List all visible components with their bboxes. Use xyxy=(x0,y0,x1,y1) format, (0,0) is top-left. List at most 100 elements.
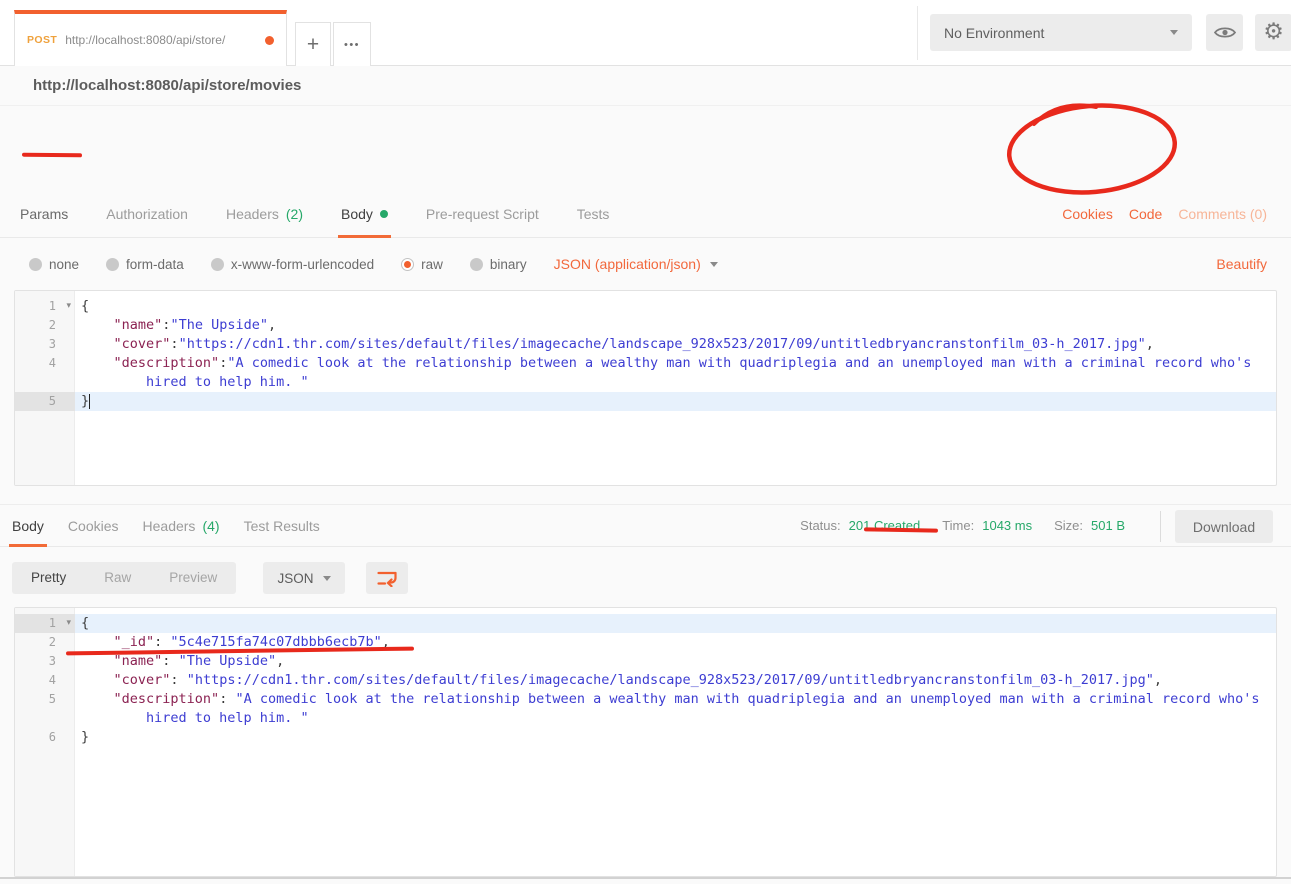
unsaved-dot-icon xyxy=(265,36,274,45)
mode-label: binary xyxy=(490,257,527,272)
code-text: "_id": "5c4e715fa74c07dbbb6ecb7b", xyxy=(75,633,1276,652)
response-body-editor[interactable]: 1▾{2 "_id": "5c4e715fa74c07dbbb6ecb7b",3… xyxy=(14,607,1277,877)
settings-button[interactable]: ⚙ xyxy=(1255,14,1291,51)
wrap-lines-button[interactable] xyxy=(366,562,408,594)
environment-select[interactable]: No Environment xyxy=(930,14,1192,51)
tab-url-label: http://localhost:8080/api/store/ xyxy=(65,33,259,47)
mode-none[interactable]: none xyxy=(29,257,79,272)
tab-params[interactable]: Params xyxy=(20,190,68,237)
tab-label: Cookies xyxy=(68,518,119,534)
code-link[interactable]: Code xyxy=(1129,206,1162,222)
code-line: 4 "cover": "https://cdn1.thr.com/sites/d… xyxy=(15,671,1276,690)
mode-x-www-form-urlencoded[interactable]: x-www-form-urlencoded xyxy=(211,257,374,272)
view-preview[interactable]: Preview xyxy=(150,562,236,594)
tab-label: Headers xyxy=(226,206,279,222)
response-format-select[interactable]: JSON xyxy=(263,562,345,594)
code-line: 1▾{ xyxy=(15,614,1276,633)
tab-label: Headers xyxy=(143,518,196,534)
line-number: 4 xyxy=(15,671,75,690)
eye-icon xyxy=(1214,25,1236,40)
code-text: "name":"The Upside", xyxy=(75,316,1276,335)
response-tab-test-results[interactable]: Test Results xyxy=(244,505,320,546)
tab-label: Body xyxy=(12,518,44,534)
postman-window: POST http://localhost:8080/api/store/ + … xyxy=(0,0,1291,884)
tab-label: Authorization xyxy=(106,206,188,222)
more-tabs-button[interactable]: ••• xyxy=(333,22,371,66)
radio-icon xyxy=(29,258,42,271)
fold-caret-icon[interactable]: ▾ xyxy=(66,297,71,316)
download-button[interactable]: Download xyxy=(1175,510,1273,543)
response-tabs: Body Cookies Headers(4) Test Results xyxy=(12,505,320,546)
mode-label: form-data xyxy=(126,257,184,272)
request-url-row: POST http://localhost:8080/api/store/mov… xyxy=(0,106,1291,190)
line-number xyxy=(15,709,75,728)
response-header-row: Body Cookies Headers(4) Test Results Status… xyxy=(0,504,1291,547)
code-line: 2 "name":"The Upside", xyxy=(15,316,1276,335)
mode-binary[interactable]: binary xyxy=(470,257,527,272)
code-line: hired to help him. " xyxy=(15,709,1276,728)
mode-form-data[interactable]: form-data xyxy=(106,257,184,272)
tab-tests[interactable]: Tests xyxy=(577,190,610,237)
comments-link[interactable]: Comments (0) xyxy=(1178,206,1267,222)
mode-label: raw xyxy=(421,257,443,272)
request-tab[interactable]: POST http://localhost:8080/api/store/ xyxy=(14,10,287,66)
code-line: 5 "description": "A comedic look at the … xyxy=(15,690,1276,709)
view-pretty[interactable]: Pretty xyxy=(12,562,85,594)
response-view-switch: PrettyRawPreview xyxy=(12,562,236,594)
tab-body[interactable]: Body xyxy=(341,190,388,237)
content-type-select[interactable]: JSON (application/json) xyxy=(554,256,718,272)
status-label: Status: xyxy=(800,518,840,533)
cookies-link[interactable]: Cookies xyxy=(1062,206,1113,222)
code-text: "cover":"https://cdn1.thr.com/sites/defa… xyxy=(75,335,1276,354)
code-line: 3 "name": "The Upside", xyxy=(15,652,1276,671)
top-tab-bar: POST http://localhost:8080/api/store/ + … xyxy=(0,0,1291,66)
code-text: } xyxy=(75,392,1276,411)
environment-quicklook-button[interactable] xyxy=(1206,14,1243,51)
response-status-cluster: Status: 201 Created Time: 1043 ms Size: … xyxy=(800,505,1139,546)
code-line: 5} xyxy=(15,392,1276,411)
tab-pre-request-script[interactable]: Pre-request Script xyxy=(426,190,539,237)
topbar-divider xyxy=(917,6,918,60)
tab-authorization[interactable]: Authorization xyxy=(106,190,188,237)
tab-headers[interactable]: Headers (2) xyxy=(226,190,303,237)
code-line: 2 "_id": "5c4e715fa74c07dbbb6ecb7b", xyxy=(15,633,1276,652)
chevron-down-icon xyxy=(710,262,718,267)
response-tab-cookies[interactable]: Cookies xyxy=(68,505,119,546)
editor-rows: 1▾{2 "_id": "5c4e715fa74c07dbbb6ecb7b",3… xyxy=(15,608,1276,747)
beautify-link[interactable]: Beautify xyxy=(1216,256,1267,272)
chevron-down-icon xyxy=(323,576,331,581)
line-number: 1▾ xyxy=(15,297,75,316)
request-title: http://localhost:8080/api/store/movies xyxy=(33,66,301,106)
new-tab-button[interactable]: + xyxy=(295,22,331,66)
mode-raw[interactable]: raw xyxy=(401,257,443,272)
line-number: 2 xyxy=(15,316,75,335)
request-links: Cookies Code Comments (0) xyxy=(1062,190,1291,237)
body-set-dot-icon xyxy=(380,210,388,218)
tab-label: Params xyxy=(20,206,68,222)
chevron-down-icon xyxy=(1170,30,1178,35)
tab-count-badge: (2) xyxy=(286,206,303,222)
code-text: { xyxy=(75,614,1276,633)
request-title-row: http://localhost:8080/api/store/movies xyxy=(0,66,1291,106)
view-raw[interactable]: Raw xyxy=(85,562,150,594)
line-number: 3 xyxy=(15,652,75,671)
gear-icon: ⚙ xyxy=(1263,21,1284,44)
line-number: 5 xyxy=(15,690,75,709)
size-value: 501 B xyxy=(1091,518,1125,533)
fold-caret-icon[interactable]: ▾ xyxy=(66,614,71,633)
body-mode-row: none form-data x-www-form-urlencoded raw bin… xyxy=(0,238,1291,290)
request-tabs: Params Authorization Headers (2) Body Pre-req… xyxy=(0,190,609,237)
code-text: } xyxy=(75,728,1276,747)
mode-label: none xyxy=(49,257,79,272)
time-label: Time: xyxy=(942,518,974,533)
mode-label: x-www-form-urlencoded xyxy=(231,257,374,272)
radio-icon xyxy=(106,258,119,271)
line-number: 1▾ xyxy=(15,614,75,633)
time-value: 1043 ms xyxy=(982,518,1032,533)
response-tab-headers[interactable]: Headers(4) xyxy=(143,505,220,546)
status-value: 201 Created xyxy=(849,518,921,533)
response-tab-body[interactable]: Body xyxy=(12,505,44,546)
environment-label: No Environment xyxy=(944,25,1170,41)
line-number: 5 xyxy=(15,392,75,411)
request-body-editor[interactable]: 1▾{2 "name":"The Upside",3 "cover":"http… xyxy=(14,290,1277,486)
